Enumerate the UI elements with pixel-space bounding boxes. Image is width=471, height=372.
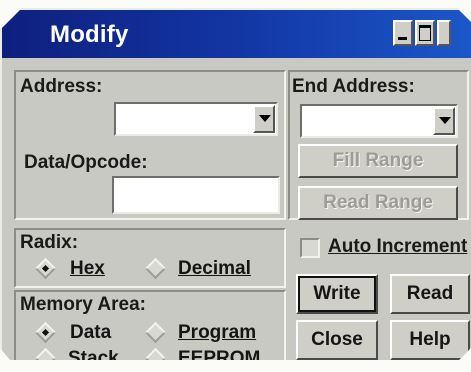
memory-stack-option[interactable]: Stack [34, 346, 136, 369]
minimize-button[interactable] [393, 20, 413, 46]
modify-dialog: Modify Address: Data/Opcode: End Address… [0, 8, 471, 360]
address-label: Address: [20, 76, 103, 97]
radix-label: Radix: [20, 232, 79, 253]
memory-data-label: Data [70, 322, 112, 343]
read-button[interactable]: Read [390, 274, 470, 314]
close-window-button[interactable] [437, 20, 451, 46]
radio-program[interactable] [144, 321, 167, 344]
radix-hex-option[interactable]: Hex [34, 256, 126, 282]
memory-area-label: Memory Area: [20, 294, 147, 315]
chevron-down-icon[interactable] [433, 107, 455, 135]
radix-decimal-label: Decimal [178, 258, 251, 279]
memory-stack-label: Stack [68, 348, 119, 369]
memory-program-label: Program [178, 322, 257, 343]
radix-decimal-option[interactable]: Decimal [144, 256, 264, 282]
fill-range-button[interactable]: Fill Range [298, 144, 458, 178]
window-title: Modify [50, 21, 129, 48]
address-combo[interactable] [114, 102, 278, 136]
auto-increment-checkbox[interactable] [300, 238, 320, 258]
title-bar[interactable]: Modify [2, 10, 471, 58]
radio-hex[interactable] [34, 257, 57, 280]
end-address-combo[interactable] [300, 104, 458, 138]
chevron-down-icon[interactable] [253, 105, 275, 133]
radio-decimal[interactable] [144, 257, 167, 280]
write-button[interactable]: Write [296, 274, 378, 314]
memory-program-option[interactable]: Program [144, 320, 264, 346]
radix-hex-label: Hex [70, 258, 105, 279]
memory-eeprom-option[interactable]: EEPROM [144, 346, 274, 369]
maximize-button[interactable] [415, 20, 435, 46]
data-opcode-input[interactable] [112, 176, 280, 214]
end-address-label: End Address: [292, 76, 415, 97]
radio-stack[interactable] [34, 347, 57, 360]
close-button[interactable]: Close [296, 320, 378, 360]
memory-eeprom-label: EEPROM [178, 348, 261, 369]
read-range-button[interactable]: Read Range [298, 186, 458, 220]
radio-eeprom[interactable] [144, 347, 167, 360]
auto-increment-label: Auto Increment [328, 236, 468, 257]
photo-frame: Modify Address: Data/Opcode: End Address… [0, 0, 471, 368]
help-button[interactable]: Help [390, 320, 470, 360]
data-opcode-label: Data/Opcode: [24, 152, 148, 173]
memory-data-option[interactable]: Data [34, 320, 126, 346]
radio-data[interactable] [34, 321, 57, 344]
